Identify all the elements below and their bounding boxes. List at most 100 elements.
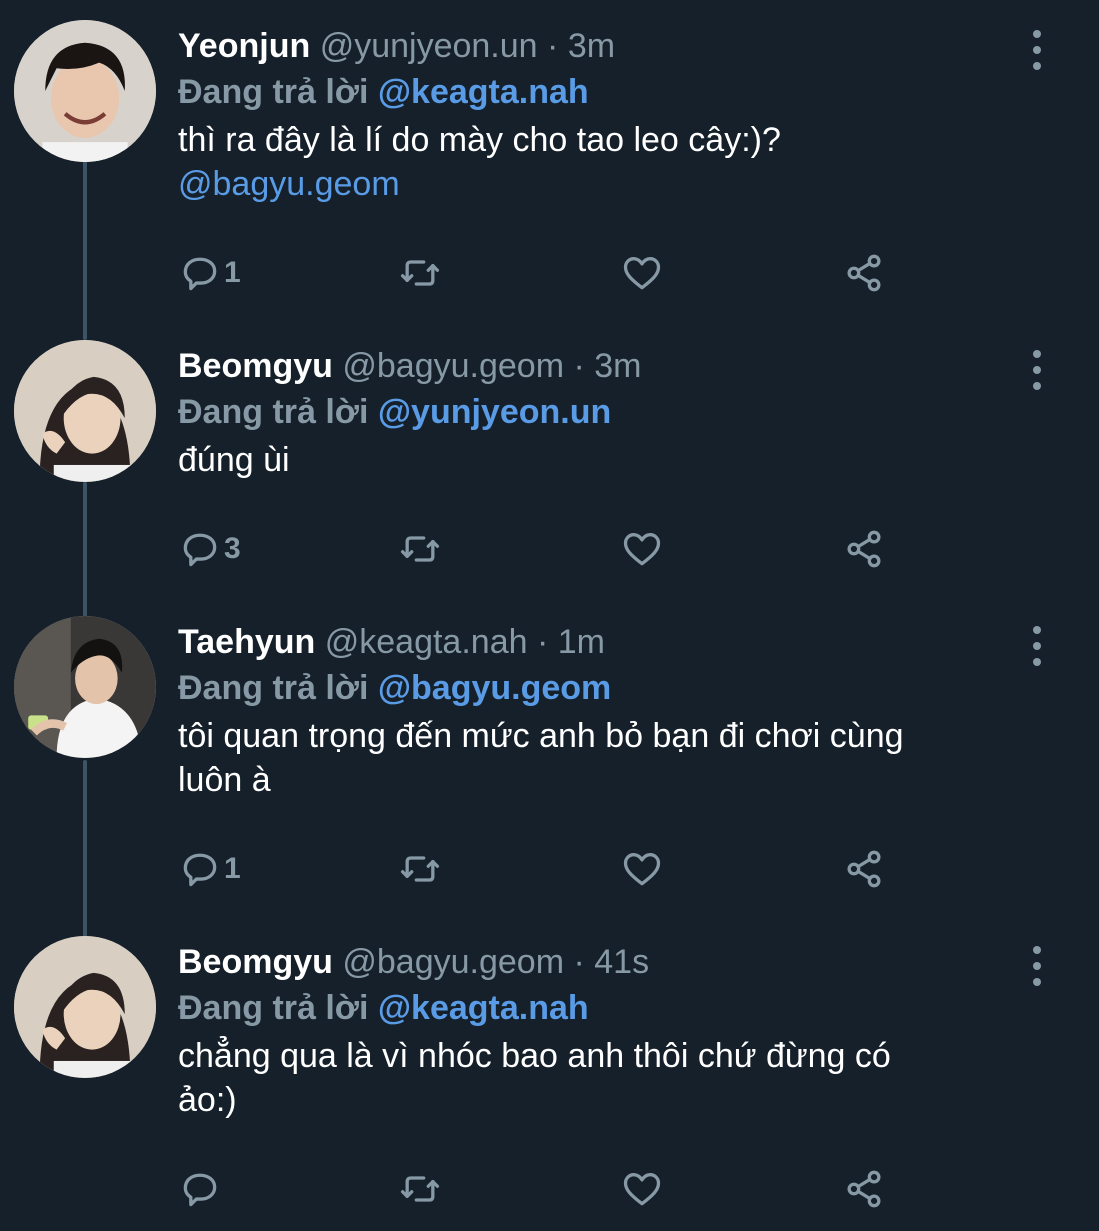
tweet-header: Beomgyu @bagyu.geom · 3m	[178, 346, 1039, 386]
reply-button[interactable]: 1	[178, 250, 241, 296]
share-button[interactable]	[842, 1166, 886, 1212]
replying-to-label: Đang trả lời	[178, 393, 369, 431]
retweet-icon	[400, 260, 440, 286]
share-icon	[847, 850, 881, 888]
tweet-text: đúng ùi	[178, 438, 1039, 482]
more-vertical-icon	[1033, 382, 1041, 390]
tweet-header: Yeonjun @yunjyeon.un · 3m	[178, 26, 1039, 66]
timestamp[interactable]: 41s	[594, 943, 649, 981]
tweet-actions: 1	[178, 846, 898, 892]
tweet-actions	[178, 1166, 898, 1212]
share-icon	[847, 530, 881, 568]
more-vertical-icon	[1033, 62, 1041, 70]
reply-icon	[183, 533, 217, 567]
more-options-button[interactable]	[1027, 626, 1047, 666]
replying-to: Đang trả lời @keagta.nah	[178, 988, 1039, 1028]
share-icon	[847, 1170, 881, 1208]
user-handle[interactable]: @keagta.nah	[325, 623, 528, 661]
replying-to: Đang trả lời @bagyu.geom	[178, 668, 1039, 708]
replying-to-label: Đang trả lời	[178, 73, 369, 111]
tweet-text: tôi quan trọng đến mức anh bỏ bạn đi chơ…	[178, 714, 1039, 802]
timestamp[interactable]: 3m	[594, 347, 641, 385]
more-vertical-icon	[1033, 962, 1041, 970]
reply-thread: Yeonjun @yunjyeon.un · 3m Đang trả lời @…	[0, 0, 1099, 1231]
retweet-icon	[400, 536, 440, 562]
tweet-text-line: thì ra đây là lí do mày cho tao leo cây:…	[178, 121, 781, 159]
separator: ·	[573, 943, 585, 981]
timestamp[interactable]: 1m	[558, 623, 605, 661]
tweet-header: Beomgyu @bagyu.geom · 41s	[178, 942, 1039, 982]
tweet-text-line: luôn à	[178, 761, 271, 799]
display-name[interactable]: Beomgyu	[178, 943, 333, 981]
reply-count: 3	[224, 532, 241, 565]
tweet-text: chẳng qua là vì nhóc bao anh thôi chứ đừ…	[178, 1034, 1039, 1122]
tweet-text-line: đúng ùi	[178, 441, 290, 479]
thread-connector	[83, 160, 87, 340]
retweet-button[interactable]	[398, 250, 442, 296]
reply-count: 1	[224, 256, 241, 289]
more-vertical-icon	[1033, 978, 1041, 986]
tweet-actions: 3	[178, 526, 898, 572]
user-handle[interactable]: @bagyu.geom	[342, 943, 564, 981]
more-vertical-icon	[1033, 946, 1041, 954]
replying-to: Đang trả lời @keagta.nah	[178, 72, 1039, 112]
heart-icon	[623, 533, 661, 566]
mention-link[interactable]: @bagyu.geom	[178, 162, 1039, 206]
more-options-button[interactable]	[1027, 350, 1047, 390]
retweet-button[interactable]	[398, 526, 442, 572]
like-button[interactable]	[620, 250, 664, 296]
retweet-icon	[400, 856, 440, 882]
user-handle[interactable]: @yunjyeon.un	[320, 27, 538, 65]
avatar[interactable]	[14, 340, 156, 482]
tweet-actions: 1	[178, 250, 898, 296]
more-vertical-icon	[1033, 46, 1041, 54]
separator: ·	[547, 27, 559, 65]
heart-icon	[623, 1173, 661, 1206]
tweet-text: thì ra đây là lí do mày cho tao leo cây:…	[178, 118, 1039, 206]
separator: ·	[573, 347, 585, 385]
more-options-button[interactable]	[1027, 30, 1047, 70]
user-handle[interactable]: @bagyu.geom	[342, 347, 564, 385]
like-button[interactable]	[620, 526, 664, 572]
reply-icon	[183, 257, 217, 291]
reply-icon	[183, 1173, 217, 1207]
share-button[interactable]	[842, 526, 886, 572]
separator: ·	[536, 623, 549, 661]
retweet-button[interactable]	[398, 1166, 442, 1212]
tweet-text-line: chẳng qua là vì nhóc bao anh thôi chứ đừ…	[178, 1037, 891, 1075]
reply-button[interactable]: 3	[178, 526, 241, 572]
reply-icon	[183, 853, 217, 887]
heart-icon	[623, 257, 661, 290]
reply-count: 1	[224, 852, 241, 885]
retweet-button[interactable]	[398, 846, 442, 892]
timestamp[interactable]: 3m	[568, 27, 615, 65]
tweet-header: Taehyun @keagta.nah · 1m	[178, 622, 1039, 662]
display-name[interactable]: Yeonjun	[178, 27, 310, 65]
replying-to-label: Đang trả lời	[178, 989, 369, 1027]
more-vertical-icon	[1033, 30, 1041, 38]
avatar[interactable]	[14, 936, 156, 1078]
like-button[interactable]	[620, 1166, 664, 1212]
tweet-text-line: tôi quan trọng đến mức anh bỏ bạn đi chơ…	[178, 717, 904, 755]
replying-to-handle[interactable]: @yunjyeon.un	[378, 393, 611, 431]
replying-to-handle[interactable]: @bagyu.geom	[378, 669, 611, 707]
reply-button[interactable]	[178, 1166, 224, 1212]
avatar[interactable]	[14, 20, 156, 162]
heart-icon	[623, 853, 661, 886]
more-vertical-icon	[1033, 350, 1041, 358]
like-button[interactable]	[620, 846, 664, 892]
display-name[interactable]: Beomgyu	[178, 347, 333, 385]
replying-to-handle[interactable]: @keagta.nah	[378, 73, 589, 111]
thread-connector	[83, 482, 87, 618]
avatar[interactable]	[14, 616, 156, 758]
more-vertical-icon	[1033, 626, 1041, 634]
replying-to-handle[interactable]: @keagta.nah	[378, 989, 589, 1027]
reply-button[interactable]: 1	[178, 846, 241, 892]
more-options-button[interactable]	[1027, 946, 1047, 986]
replying-to: Đang trả lời @yunjyeon.un	[178, 392, 1039, 432]
share-button[interactable]	[842, 250, 886, 296]
display-name[interactable]: Taehyun	[178, 623, 315, 661]
share-button[interactable]	[842, 846, 886, 892]
retweet-icon	[400, 1176, 440, 1202]
share-icon	[847, 254, 881, 292]
